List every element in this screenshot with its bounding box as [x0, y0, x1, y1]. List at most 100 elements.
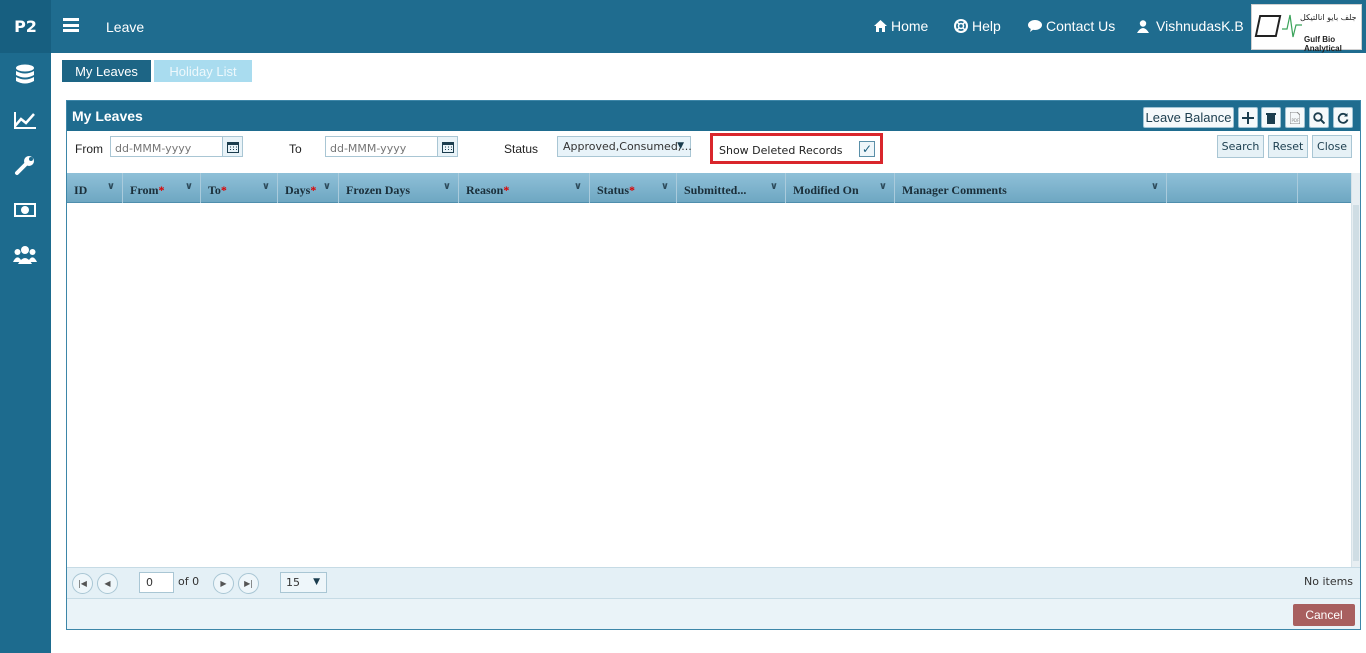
wrench-icon[interactable]	[12, 152, 38, 178]
help-label: Help	[972, 18, 1001, 34]
delete-button[interactable]	[1261, 107, 1281, 128]
add-button[interactable]	[1238, 107, 1258, 128]
from-label: From	[75, 142, 103, 156]
home-link[interactable]: Home	[874, 18, 928, 34]
column-status[interactable]: Status* ∨	[590, 173, 677, 203]
required-marker: *	[629, 183, 636, 197]
chevron-down-icon[interactable]: ∨	[574, 181, 582, 192]
logo-english-text: Gulf Bio Analytical	[1304, 35, 1342, 53]
home-icon	[874, 20, 887, 32]
chevron-down-icon[interactable]: ∨	[661, 181, 669, 192]
logo-wave-icon	[1282, 14, 1302, 38]
user-icon	[1137, 19, 1149, 33]
refresh-icon	[1337, 112, 1349, 124]
close-button[interactable]: Close	[1312, 135, 1352, 158]
show-deleted-checkbox[interactable]: ✓	[859, 141, 875, 157]
column-manager-comments[interactable]: Manager Comments ∨	[895, 173, 1167, 203]
leave-balance-button[interactable]: Leave Balance	[1143, 107, 1234, 128]
column-label: Reason	[466, 183, 504, 197]
pdf-icon: PDF	[1290, 111, 1300, 124]
to-date-field[interactable]	[325, 136, 458, 158]
comment-icon	[1028, 20, 1042, 32]
database-icon[interactable]	[12, 62, 38, 88]
calendar-icon[interactable]	[222, 137, 242, 156]
show-deleted-label: Show Deleted Records	[719, 144, 843, 157]
search-icon	[1313, 111, 1325, 124]
next-page-icon[interactable]: ▶	[213, 573, 234, 594]
tab-my-leaves[interactable]: My Leaves	[62, 60, 151, 82]
calendar-icon[interactable]	[437, 137, 457, 156]
column-to[interactable]: To* ∨	[201, 173, 278, 203]
items-count-text: No items	[1304, 575, 1354, 588]
required-marker: *	[310, 183, 317, 197]
page-size-value: 15	[286, 576, 300, 589]
status-select[interactable]: Approved,Consumed,... ▼	[557, 136, 692, 157]
refresh-button[interactable]	[1333, 107, 1353, 128]
chevron-down-icon[interactable]: ∨	[770, 181, 778, 192]
column-label: To	[208, 183, 221, 197]
my-leaves-panel: My Leaves Leave Balance PDF From To	[66, 100, 1361, 630]
reset-button[interactable]: Reset	[1268, 135, 1308, 158]
logo-mark	[1254, 15, 1282, 37]
money-icon[interactable]	[12, 197, 38, 223]
chevron-down-icon: ▼	[677, 141, 684, 151]
user-menu[interactable]: VishnudasK.B	[1137, 18, 1244, 34]
page-number-input[interactable]: 0	[139, 572, 174, 593]
column-label: Submitted...	[684, 183, 747, 197]
page-size-select[interactable]: 15 ▼	[280, 572, 327, 593]
column-label: From	[130, 183, 159, 197]
page-count-text: of 0	[178, 575, 200, 588]
grid-body	[67, 203, 1351, 568]
last-page-icon[interactable]: ▶|	[238, 573, 259, 594]
grid-pager: |◀ ◀ 0 of 0 ▶ ▶| 15 ▼ No items	[67, 567, 1360, 598]
chevron-down-icon[interactable]: ∨	[323, 181, 331, 192]
user-name: VishnudasK.B	[1156, 18, 1244, 34]
menu-toggle-icon[interactable]	[63, 18, 79, 32]
chevron-down-icon[interactable]: ∨	[185, 181, 193, 192]
search-icon-button[interactable]	[1309, 107, 1329, 128]
export-pdf-button[interactable]: PDF	[1285, 107, 1305, 128]
tab-holiday-list[interactable]: Holiday List	[154, 60, 252, 82]
column-from[interactable]: From* ∨	[123, 173, 201, 203]
search-button[interactable]: Search	[1217, 135, 1264, 158]
home-label: Home	[891, 18, 929, 34]
chevron-down-icon[interactable]: ∨	[107, 181, 115, 192]
to-label: To	[289, 142, 302, 156]
help-link[interactable]: Help	[954, 18, 1001, 34]
users-icon[interactable]	[12, 242, 38, 268]
column-submitted[interactable]: Submitted... ∨	[677, 173, 786, 203]
chevron-down-icon[interactable]: ∨	[443, 181, 451, 192]
top-bar: Leave Home Help Contact Us VishnudasK.B …	[51, 0, 1366, 53]
column-label: Manager Comments	[902, 183, 1007, 197]
scrollbar-thumb[interactable]	[1353, 205, 1359, 561]
column-days[interactable]: Days* ∨	[278, 173, 339, 203]
chart-line-icon[interactable]	[12, 107, 38, 133]
trash-icon	[1266, 112, 1276, 124]
column-label: Frozen Days	[346, 183, 411, 197]
column-reason[interactable]: Reason* ∨	[459, 173, 590, 203]
from-date-field[interactable]	[110, 136, 243, 158]
prev-page-icon[interactable]: ◀	[97, 573, 118, 594]
required-marker: *	[220, 183, 227, 197]
panel-header: My Leaves Leave Balance PDF	[67, 101, 1360, 131]
contact-link[interactable]: Contact Us	[1028, 18, 1115, 34]
grid-scrollbar[interactable]	[1351, 173, 1360, 568]
show-deleted-highlight: Show Deleted Records ✓	[710, 133, 883, 164]
panel-footer: Cancel	[67, 598, 1360, 629]
plus-icon	[1242, 111, 1254, 124]
chevron-down-icon[interactable]: ∨	[262, 181, 270, 192]
chevron-down-icon[interactable]: ∨	[1151, 181, 1159, 192]
column-id[interactable]: ID ∨	[67, 173, 123, 203]
app-brand[interactable]: P2	[0, 0, 51, 53]
required-marker: *	[158, 183, 165, 197]
cancel-button[interactable]: Cancel	[1293, 604, 1355, 626]
column-frozen-days[interactable]: Frozen Days ∨	[339, 173, 459, 203]
logo-arabic-text: جلف بايو انالتيكل	[1300, 13, 1357, 22]
first-page-icon[interactable]: |◀	[72, 573, 93, 594]
contact-label: Contact Us	[1046, 18, 1116, 34]
chevron-down-icon[interactable]: ∨	[879, 181, 887, 192]
column-label: ID	[74, 183, 88, 197]
column-modified-on[interactable]: Modified On ∨	[786, 173, 895, 203]
column-label: Days	[285, 183, 311, 197]
page-title: Leave	[106, 19, 145, 35]
